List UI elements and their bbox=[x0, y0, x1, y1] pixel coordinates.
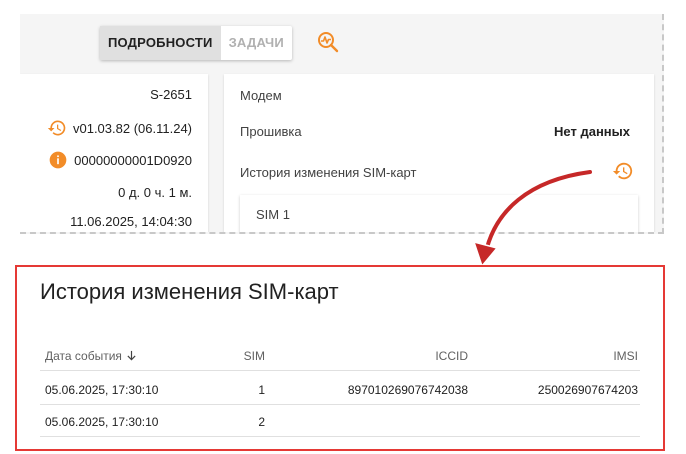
column-date-label: Дата события bbox=[45, 349, 122, 363]
firmware-label: Прошивка bbox=[240, 124, 302, 139]
sim-history-dialog: История изменения SIM-карт Дата события … bbox=[15, 265, 665, 451]
serial-number: 00000000001D0920 bbox=[74, 152, 192, 168]
cell-sim: 1 bbox=[258, 383, 265, 397]
column-header-imsi: IMSI bbox=[613, 349, 638, 363]
tab-tasks[interactable]: ЗАДАЧИ bbox=[221, 26, 292, 60]
firmware-value: Нет данных bbox=[554, 124, 630, 139]
uptime: 0 д. 0 ч. 1 м. bbox=[118, 185, 192, 200]
cell-date: 05.06.2025, 17:30:10 bbox=[45, 383, 159, 397]
column-header-iccid: ICCID bbox=[435, 349, 468, 363]
sim-panel-label: SIM 1 bbox=[256, 207, 290, 222]
sim-1-panel[interactable]: SIM 1 bbox=[240, 195, 638, 232]
firmware-version-row: v01.03.82 (06.11.24) bbox=[47, 118, 192, 138]
cell-imsi: 250026907674203 bbox=[537, 383, 638, 397]
cell-sim: 2 bbox=[258, 415, 265, 429]
modem-title: Модем bbox=[240, 88, 282, 103]
analytics-search-icon[interactable] bbox=[316, 30, 340, 54]
history-icon[interactable] bbox=[612, 160, 634, 182]
serial-row: 00000000001D0920 bbox=[48, 150, 192, 170]
arrow-down-icon[interactable] bbox=[126, 350, 137, 364]
table-header: Дата события SIM ICCID IMSI bbox=[40, 341, 640, 371]
info-icon bbox=[48, 150, 68, 170]
last-update-time: 11.06.2025, 14:04:30 bbox=[70, 214, 192, 229]
cell-iccid: 897010269076742038 bbox=[347, 383, 468, 397]
sim-history-label: История изменения SIM-карт bbox=[240, 165, 417, 180]
history-icon bbox=[47, 118, 67, 138]
device-id: S-2651 bbox=[150, 87, 192, 102]
cell-date: 05.06.2025, 17:30:10 bbox=[45, 415, 159, 429]
table-row: 05.06.2025, 17:30:10 2 bbox=[40, 407, 640, 437]
dialog-title: История изменения SIM-карт bbox=[40, 279, 339, 304]
firmware-version: v01.03.82 (06.11.24) bbox=[72, 120, 192, 136]
device-details-screen: ПОДРОБНОСТИ ЗАДАЧИ S-2651 v01.03.82 (06.… bbox=[20, 14, 664, 234]
table-row: 05.06.2025, 17:30:10 1 89701026907674203… bbox=[40, 375, 640, 405]
tabs-bar: ПОДРОБНОСТИ ЗАДАЧИ bbox=[100, 26, 292, 60]
column-header-sim: SIM bbox=[243, 349, 265, 363]
modem-card: Модем Прошивка Нет данных История измене… bbox=[224, 74, 654, 232]
column-header-date[interactable]: Дата события bbox=[45, 349, 137, 364]
device-info-card: S-2651 v01.03.82 (06.11.24) 00000000001D… bbox=[20, 74, 208, 232]
tab-details[interactable]: ПОДРОБНОСТИ bbox=[100, 26, 221, 60]
